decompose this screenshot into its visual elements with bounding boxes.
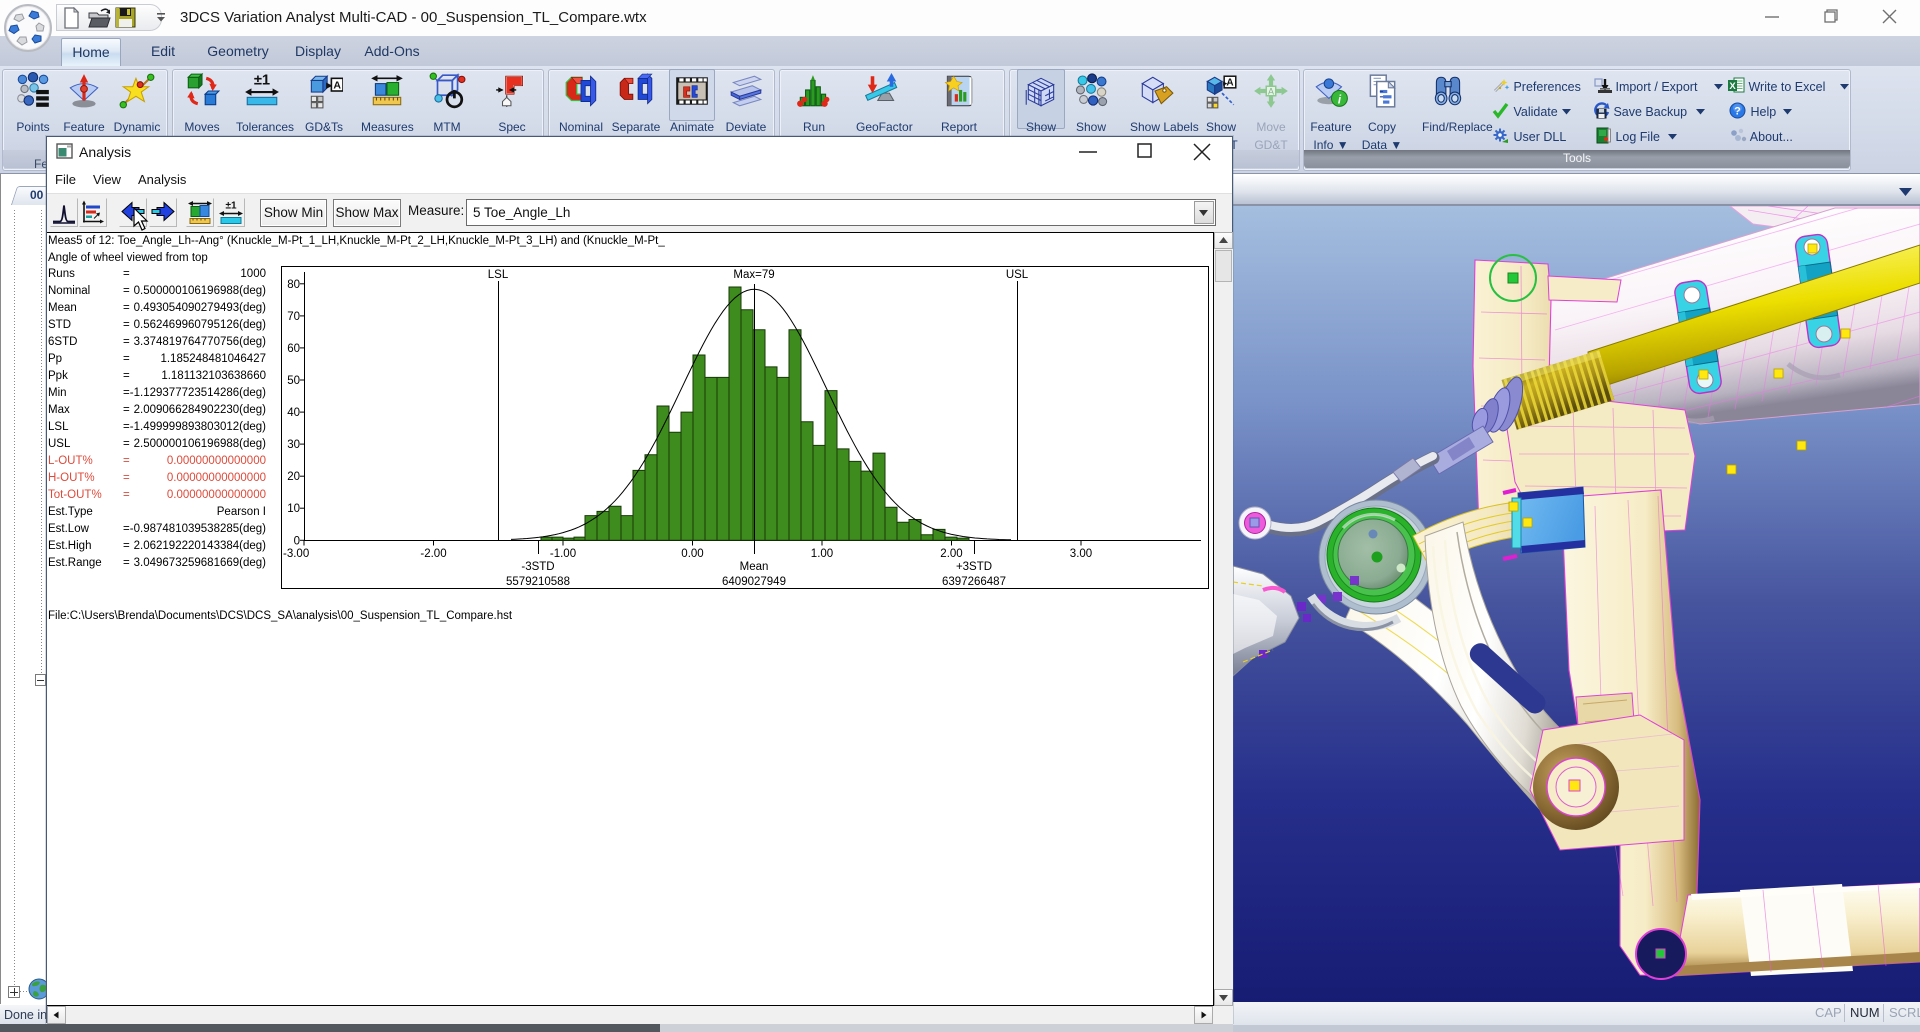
svg-text:X: X <box>1729 81 1736 92</box>
svg-text:USL: USL <box>1006 269 1029 281</box>
svg-text:1.00: 1.00 <box>811 548 833 560</box>
svg-text:70: 70 <box>287 311 300 323</box>
svg-text:Mean: Mean <box>740 561 769 573</box>
svg-text:3.00: 3.00 <box>1070 548 1092 560</box>
svg-text:5579210588: 5579210588 <box>506 576 570 588</box>
svg-text:A: A <box>1268 87 1274 97</box>
svg-text:6397266487: 6397266487 <box>942 576 1006 588</box>
svg-text:40: 40 <box>287 407 300 419</box>
svg-text:-3.00: -3.00 <box>283 548 309 560</box>
svg-text:2.00: 2.00 <box>940 548 962 560</box>
svg-text:?: ? <box>1734 106 1741 118</box>
svg-text:A: A <box>333 79 341 91</box>
svg-text:6409027949: 6409027949 <box>722 576 786 588</box>
svg-text:0: 0 <box>294 535 300 547</box>
svg-text:20: 20 <box>287 471 300 483</box>
svg-text:80: 80 <box>287 279 300 291</box>
svg-text:+3STD: +3STD <box>956 561 992 573</box>
svg-text:±1: ±1 <box>254 73 270 89</box>
svg-text:50: 50 <box>287 375 300 387</box>
svg-text:Max=79: Max=79 <box>733 269 774 281</box>
svg-text:0.00: 0.00 <box>681 548 703 560</box>
svg-text:30: 30 <box>287 439 300 451</box>
svg-text:-3STD: -3STD <box>521 561 554 573</box>
svg-text:A: A <box>1226 78 1233 89</box>
svg-text:10: 10 <box>287 503 300 515</box>
svg-text:±1: ±1 <box>225 201 236 212</box>
svg-text:-1.00: -1.00 <box>550 548 576 560</box>
svg-text:LSL: LSL <box>488 269 509 281</box>
svg-text:60: 60 <box>287 343 300 355</box>
svg-text:-2.00: -2.00 <box>420 548 446 560</box>
